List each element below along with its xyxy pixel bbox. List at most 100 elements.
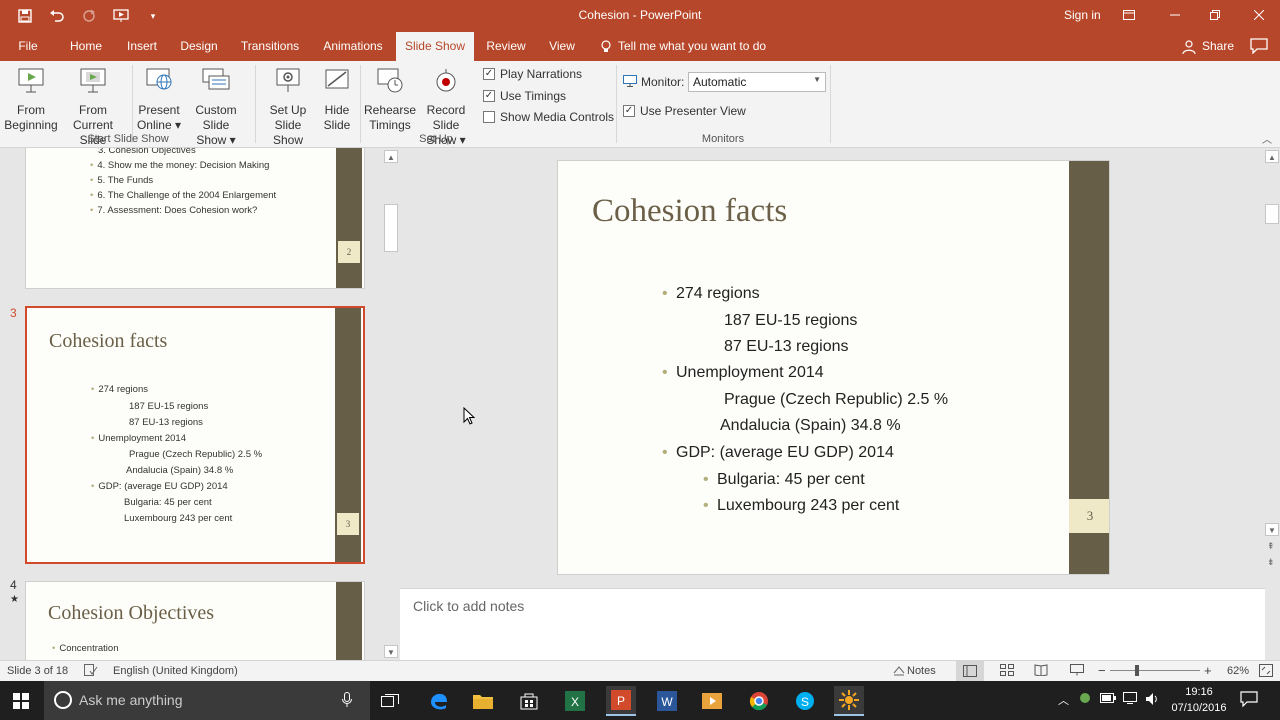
tab-review[interactable]: Review <box>482 32 530 61</box>
slide-bullet-line[interactable]: Bulgaria: 45 per cent <box>703 471 865 489</box>
slide-scroll-thumb[interactable] <box>1265 204 1279 224</box>
tray-overflow-icon[interactable]: ︿ <box>1058 692 1069 708</box>
normal-view-button[interactable] <box>956 661 984 681</box>
slide-sorter-icon[interactable] <box>1000 664 1014 679</box>
slide-thumbnail-3[interactable]: 3 Cohesion facts 274 regions 187 EU-15 r… <box>25 306 365 564</box>
status-bar: Slide 3 of 18 English (United Kingdom) N… <box>0 660 1280 681</box>
slide-thumbnail-2[interactable]: 2 3. Cohesion Objectives 4. Show me the … <box>25 148 365 289</box>
tell-me-box[interactable]: Tell me what you want to do <box>600 32 766 61</box>
scroll-down-arrow-icon[interactable]: ▼ <box>384 645 398 658</box>
zoom-level[interactable]: 62% <box>1227 665 1249 677</box>
slide-title[interactable]: Cohesion facts <box>592 193 787 230</box>
previous-slide-icon[interactable]: ⇞ <box>1267 540 1275 552</box>
slide-bullet-line[interactable]: Unemployment 2014 <box>662 364 824 382</box>
slide-index-number: 3 <box>10 306 17 320</box>
next-slide-icon[interactable]: ⇟ <box>1267 556 1275 568</box>
thumb-text-line: 87 EU-13 regions <box>129 417 203 428</box>
minimize-icon[interactable] <box>1160 4 1190 26</box>
windows-start-icon[interactable] <box>6 686 36 716</box>
fit-to-window-icon[interactable] <box>1259 664 1273 680</box>
reading-view-icon[interactable] <box>1034 664 1048 679</box>
tab-home[interactable]: Home <box>62 32 110 61</box>
svg-text:P: P <box>617 694 625 708</box>
zoom-in-icon[interactable]: + <box>1204 663 1212 678</box>
slide-accent-bar <box>336 582 362 660</box>
notes-toggle-label[interactable]: Notes <box>907 665 936 677</box>
ribbon-divider <box>132 65 133 143</box>
tab-slide-show[interactable]: Slide Show <box>396 32 474 61</box>
share-button[interactable]: Share <box>1182 32 1234 61</box>
comments-icon[interactable] <box>1250 38 1268 55</box>
zoom-slider-thumb[interactable] <box>1135 665 1139 676</box>
microphone-icon[interactable] <box>342 692 352 708</box>
action-center-icon[interactable] <box>1240 691 1258 710</box>
slide-page-number: 2 <box>338 241 360 263</box>
hide-slide-button[interactable]: Hide Slide <box>318 67 356 133</box>
svg-text:S: S <box>801 695 809 709</box>
use-presenter-view-checkbox[interactable]: ✓ Use Presenter View <box>623 104 746 118</box>
from-beginning-label-2: Beginning <box>4 118 58 132</box>
store-icon[interactable] <box>514 686 544 716</box>
main-slide-canvas[interactable]: 3 Cohesion facts 274 regions 187 EU-15 r… <box>557 160 1110 575</box>
language-indicator[interactable]: English (United Kingdom) <box>113 665 238 677</box>
close-icon[interactable] <box>1244 4 1274 26</box>
checkbox-checked: ✓ <box>483 90 495 102</box>
show-media-controls-checkbox[interactable]: Show Media Controls <box>483 110 614 124</box>
battery-icon[interactable] <box>1100 693 1116 706</box>
chrome-icon[interactable] <box>744 686 774 716</box>
file-explorer-icon[interactable] <box>468 686 498 716</box>
thumbnail-scroll-thumb[interactable] <box>384 204 398 252</box>
slide-text-line[interactable]: Prague (Czech Republic) 2.5 % <box>724 391 948 409</box>
presenter-view-label: Use Presenter View <box>640 104 746 118</box>
tab-transitions[interactable]: Transitions <box>236 32 304 61</box>
slide-bullet-line[interactable]: 274 regions <box>662 285 760 303</box>
system-clock[interactable]: 19:16 07/10/2016 <box>1170 684 1228 716</box>
task-view-icon[interactable] <box>375 686 405 716</box>
word-icon[interactable]: W <box>652 686 682 716</box>
present-online-button[interactable]: Present Online ▾ <box>136 67 182 133</box>
slide-text-line[interactable]: 87 EU-13 regions <box>724 338 849 356</box>
thumb-text-line: Bulgaria: 45 per cent <box>124 497 212 508</box>
tab-view[interactable]: View <box>542 32 582 61</box>
network-sync-icon[interactable] <box>1078 691 1092 708</box>
tab-file[interactable]: File <box>10 32 46 61</box>
excel-icon[interactable]: X <box>560 686 590 716</box>
rehearse-timings-button[interactable]: Rehearse Timings <box>362 67 418 133</box>
zoom-slider-track[interactable] <box>1110 670 1200 671</box>
scroll-up-arrow-icon[interactable]: ▲ <box>384 150 398 163</box>
slide-text-line[interactable]: 187 EU-15 regions <box>724 312 857 330</box>
cortana-search-box[interactable]: Ask me anything <box>44 681 370 720</box>
person-icon <box>1182 39 1196 54</box>
use-timings-checkbox[interactable]: ✓ Use Timings <box>483 89 566 103</box>
tab-design[interactable]: Design <box>175 32 223 61</box>
slide-show-view-icon[interactable] <box>1070 664 1084 679</box>
skype-icon[interactable]: S <box>790 686 820 716</box>
wifi-icon[interactable] <box>1123 692 1137 707</box>
ribbon-display-options-icon[interactable] <box>1114 4 1144 26</box>
tab-animations[interactable]: Animations <box>316 32 390 61</box>
monitor-select[interactable]: Automatic ▼ <box>688 72 826 92</box>
notes-toggle-icon[interactable] <box>893 664 905 679</box>
scroll-up-arrow-icon[interactable]: ▲ <box>1265 150 1279 163</box>
slide-text-line[interactable]: Andalucia (Spain) 34.8 % <box>720 417 901 435</box>
camtasia-recorder-icon[interactable] <box>834 686 864 716</box>
video-player-icon[interactable] <box>697 686 727 716</box>
scroll-down-arrow-icon[interactable]: ▼ <box>1265 523 1279 536</box>
volume-icon[interactable] <box>1145 692 1161 709</box>
slide-thumbnail-4[interactable]: Cohesion Objectives Concentration <box>25 581 365 660</box>
restore-icon[interactable] <box>1200 4 1230 26</box>
slide-bullet-line[interactable]: Luxembourg 243 per cent <box>703 497 899 515</box>
sign-in-link[interactable]: Sign in <box>1064 8 1101 22</box>
spelling-check-icon[interactable] <box>84 664 98 679</box>
notes-pane[interactable]: Click to add notes <box>400 588 1265 660</box>
zoom-out-icon[interactable]: − <box>1098 663 1106 678</box>
from-beginning-label-1: From <box>17 103 45 117</box>
from-beginning-button[interactable]: From Beginning <box>4 67 58 133</box>
edge-browser-icon[interactable] <box>424 686 454 716</box>
powerpoint-icon[interactable]: P <box>606 686 636 716</box>
notes-placeholder: Click to add notes <box>413 598 525 614</box>
slide-bullet-line[interactable]: GDP: (average EU GDP) 2014 <box>662 444 894 462</box>
play-narrations-checkbox[interactable]: ✓ Play Narrations <box>483 67 582 81</box>
tab-insert[interactable]: Insert <box>120 32 164 61</box>
collapse-ribbon-icon[interactable]: ︿ <box>1262 131 1272 146</box>
